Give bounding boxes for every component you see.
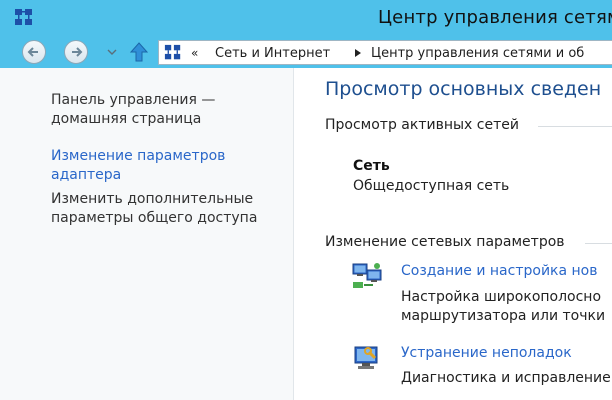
breadcrumb-network-internet[interactable]: Сеть и Интернет [215, 46, 330, 61]
change-settings-heading: Изменение сетевых параметров [325, 234, 565, 250]
network-setup-icon [352, 263, 382, 288]
setup-network-description: Настройка широкополосно маршрутизатора и… [401, 289, 606, 324]
troubleshoot-icon [354, 346, 378, 369]
troubleshoot-link[interactable]: Устранение неполадок [401, 345, 572, 361]
network-center-icon [164, 44, 181, 60]
left-navigation-pane: Панель управления — домашняя страница Из… [0, 68, 294, 400]
breadcrumb-separator-icon[interactable] [355, 49, 361, 57]
title-bar[interactable]: Центр управления сетям [0, 0, 612, 36]
breadcrumb-overflow[interactable]: « [191, 46, 198, 60]
forward-button[interactable] [64, 40, 88, 64]
section-divider [538, 126, 612, 127]
section-divider [585, 243, 612, 244]
change-adapter-settings-link[interactable]: Изменение параметров адаптера [51, 147, 225, 185]
control-panel-window: Центр управления сетям « Сеть и Интернет… [0, 0, 612, 400]
setup-network-link[interactable]: Создание и настройка нов [401, 263, 598, 279]
address-toolbar: « Сеть и Интернет Центр управления сетям… [0, 36, 612, 68]
chevron-down-icon[interactable] [106, 47, 118, 57]
control-panel-home-link[interactable]: Панель управления — домашняя страница [51, 91, 215, 129]
active-networks-heading: Просмотр активных сетей [325, 117, 519, 133]
network-center-icon [15, 9, 32, 25]
network-type: Общедоступная сеть [353, 178, 510, 194]
breadcrumb-network-center[interactable]: Центр управления сетями и об [371, 46, 584, 61]
back-button[interactable] [22, 40, 46, 64]
advanced-sharing-settings-link[interactable]: Изменить дополнительные параметры общего… [51, 190, 257, 228]
arrow-left-icon [27, 47, 38, 57]
arrow-right-icon [72, 47, 83, 57]
troubleshoot-description: Диагностика и исправление [401, 370, 611, 386]
window-title: Центр управления сетям [378, 7, 612, 28]
network-name: Сеть [353, 158, 390, 174]
page-title: Просмотр основных сведен [325, 78, 602, 100]
address-input[interactable]: « Сеть и Интернет Центр управления сетям… [158, 40, 612, 65]
main-content: Просмотр основных сведен Просмотр активн… [295, 68, 612, 400]
up-arrow-icon[interactable] [128, 41, 150, 63]
